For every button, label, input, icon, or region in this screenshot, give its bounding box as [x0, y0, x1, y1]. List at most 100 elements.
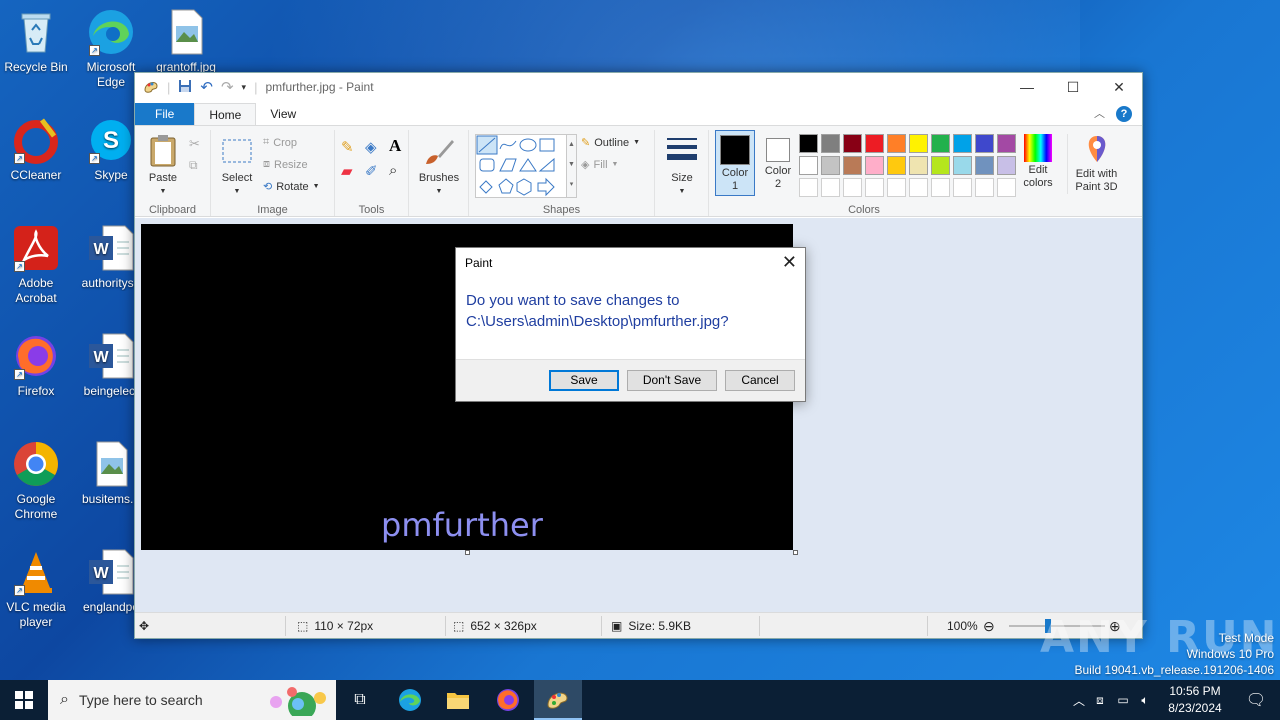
help-icon[interactable]: ? [1116, 106, 1132, 122]
cut-icon[interactable]: ✂ [189, 136, 200, 152]
palette-swatch[interactable] [843, 156, 862, 175]
close-button[interactable]: ✕ [1096, 73, 1142, 101]
undo-icon[interactable]: ↶ [200, 78, 213, 96]
desktop-icon-ccleaner[interactable]: ↗ CCleaner [0, 116, 72, 183]
search-placeholder: Type here to search [78, 692, 203, 708]
brushes-button[interactable]: Brushes ▼ [417, 134, 461, 198]
tab-view[interactable]: View [256, 103, 310, 125]
image-file-icon [162, 8, 210, 56]
color-picker-icon[interactable]: ✐ [365, 162, 378, 180]
palette-swatch[interactable] [975, 156, 994, 175]
file-explorer-icon[interactable] [434, 680, 482, 720]
palette-swatch[interactable] [953, 156, 972, 175]
show-hidden-icons[interactable]: ︿ [1070, 692, 1088, 709]
palette-swatch[interactable] [953, 134, 972, 153]
network-icon[interactable]: ⧈ [1088, 693, 1112, 708]
palette-swatch[interactable] [865, 156, 884, 175]
palette-swatch[interactable] [887, 134, 906, 153]
color2-button[interactable]: Color 2 [759, 130, 797, 196]
dialog-message: Do you want to save changes to C:\Users\… [466, 290, 795, 332]
desktop-icon-vlc[interactable]: ↗ VLC media player [0, 548, 72, 630]
palette-swatch[interactable] [975, 178, 994, 197]
ethernet-icon[interactable]: ▭ [1112, 693, 1134, 707]
palette-swatch[interactable] [887, 156, 906, 175]
rotate-button[interactable]: ⟲ Rotate ▼ [263, 180, 320, 194]
pencil-icon[interactable]: ✎ [341, 138, 354, 156]
save-button[interactable]: Save [549, 370, 619, 391]
dont-save-button[interactable]: Don't Save [627, 370, 717, 391]
fill-button[interactable]: ◈ Fill ▼ [581, 158, 618, 172]
palette-swatch[interactable] [931, 156, 950, 175]
palette-swatch[interactable] [799, 156, 818, 175]
palette-swatch[interactable] [997, 178, 1016, 197]
palette-swatch[interactable] [931, 134, 950, 153]
eraser-icon[interactable]: ▰ [341, 162, 353, 180]
desktop-icon-grantoff[interactable]: grantoff.jpg [150, 8, 222, 75]
desktop-icon-recycle-bin[interactable]: Recycle Bin [0, 8, 72, 75]
size-label: Size [671, 172, 693, 184]
palette-swatch[interactable] [799, 134, 818, 153]
palette-swatch[interactable] [909, 156, 928, 175]
desktop-icon-label: VLC media player [6, 600, 66, 629]
size-button[interactable]: Size ▼ [663, 134, 701, 198]
maximize-button[interactable]: ☐ [1050, 73, 1096, 101]
resize-handle-bottom[interactable] [465, 550, 470, 555]
palette-swatch[interactable] [865, 134, 884, 153]
tab-file[interactable]: File [135, 103, 195, 125]
palette-swatch[interactable] [865, 178, 884, 197]
select-button[interactable]: Select ▼ [217, 134, 257, 198]
outline-button[interactable]: ✎ Outline ▼ [581, 136, 640, 150]
crop-button[interactable]: ⌗ Crop [263, 136, 297, 149]
task-view-icon[interactable]: ⧉ [336, 680, 384, 720]
resize-handle-corner[interactable] [793, 550, 798, 555]
color1-button[interactable]: Color 1 [715, 130, 755, 196]
taskbar-firefox-icon[interactable] [484, 680, 532, 720]
text-tool-icon[interactable]: A [389, 136, 401, 156]
palette-swatch[interactable] [975, 134, 994, 153]
shapes-scroll[interactable]: ▲ ▼ ▾ [567, 134, 577, 198]
desktop-icon-chrome[interactable]: Google Chrome [0, 440, 72, 522]
start-button[interactable] [0, 680, 48, 720]
zoom-out-icon[interactable]: ⊖ [983, 613, 995, 639]
palette-swatch[interactable] [799, 178, 818, 197]
search-box[interactable]: ⌕ Type here to search [48, 680, 336, 720]
save-icon[interactable] [178, 79, 192, 96]
minimize-button[interactable]: — [1004, 73, 1050, 101]
palette-swatch[interactable] [931, 178, 950, 197]
notifications-icon[interactable]: 🗨︎ [1232, 680, 1280, 720]
palette-swatch[interactable] [909, 134, 928, 153]
paint-app-icon[interactable] [143, 78, 159, 97]
customize-qat-icon[interactable]: ▾ [242, 82, 247, 93]
palette-swatch[interactable] [997, 156, 1016, 175]
svg-text:W: W [93, 565, 109, 582]
taskbar-paint-icon[interactable] [534, 680, 582, 720]
desktop-icon-acrobat[interactable]: ↗ Adobe Acrobat [0, 224, 72, 306]
redo-icon[interactable]: ↷ [221, 78, 234, 96]
palette-swatch[interactable] [887, 178, 906, 197]
taskbar-edge-icon[interactable] [386, 680, 434, 720]
clock[interactable]: 10:56 PM 8/23/2024 [1162, 683, 1228, 717]
cancel-button[interactable]: Cancel [725, 370, 795, 391]
dialog-close-icon[interactable]: ✕ [782, 252, 797, 273]
fill-bucket-icon[interactable]: ◈ [365, 138, 377, 156]
copy-icon[interactable]: ⧉ [189, 158, 198, 173]
volume-icon[interactable]: 🔈︎ [1134, 693, 1156, 708]
paste-button[interactable]: Paste ▼ [143, 134, 183, 198]
edit-colors-button[interactable]: Edit colors [1019, 134, 1057, 190]
shapes-gallery[interactable] [475, 134, 567, 198]
palette-swatch[interactable] [997, 134, 1016, 153]
palette-swatch[interactable] [953, 178, 972, 197]
palette-swatch[interactable] [843, 134, 862, 153]
desktop-icon-firefox[interactable]: ↗ Firefox [0, 332, 72, 399]
clipboard-group: Paste ▼ ✂ ⧉ Clipboard [135, 130, 211, 216]
palette-swatch[interactable] [821, 156, 840, 175]
tab-home[interactable]: Home [194, 103, 257, 125]
palette-swatch[interactable] [843, 178, 862, 197]
resize-button[interactable]: ⧈ Resize [263, 158, 308, 171]
minimize-ribbon-icon[interactable]: ︿ [1094, 103, 1116, 125]
palette-swatch[interactable] [821, 178, 840, 197]
paint3d-button[interactable]: Edit with Paint 3D [1067, 134, 1125, 194]
palette-swatch[interactable] [821, 134, 840, 153]
magnifier-icon[interactable]: ⌕ [389, 162, 397, 179]
palette-swatch[interactable] [909, 178, 928, 197]
